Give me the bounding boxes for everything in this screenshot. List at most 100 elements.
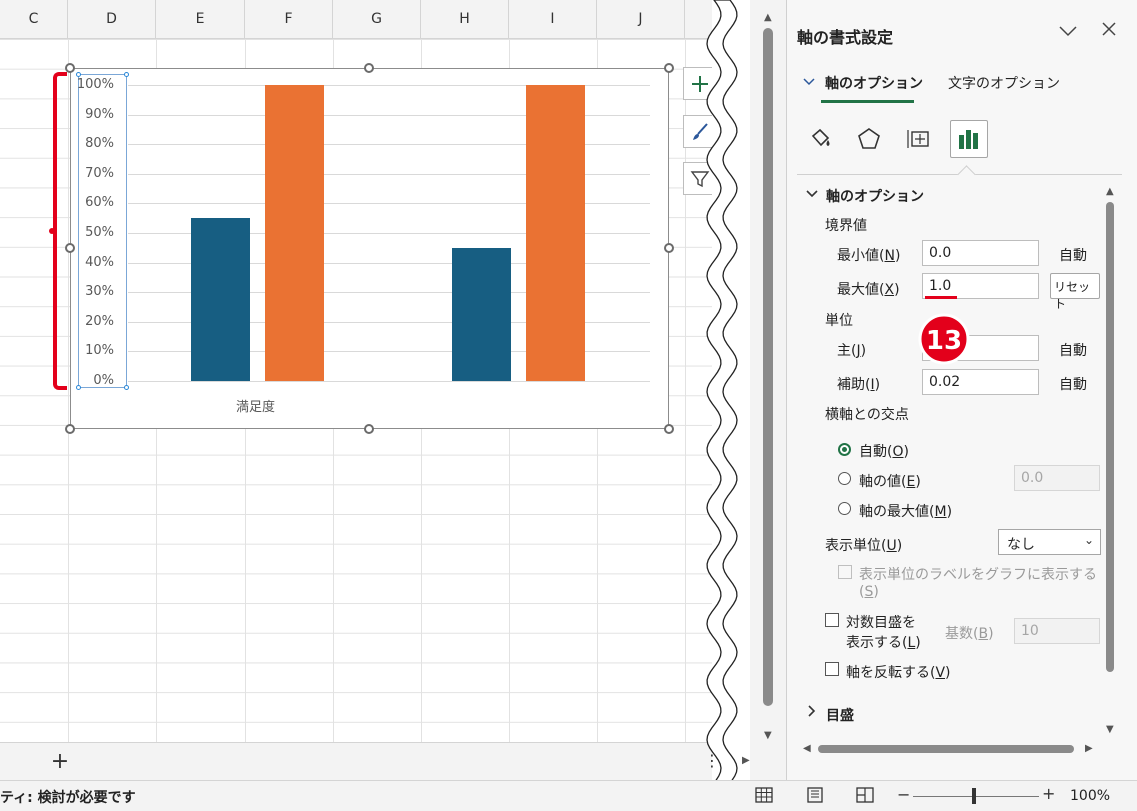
- axis-tick-label: 20%: [85, 314, 114, 329]
- chevron-right-icon[interactable]: [808, 705, 816, 720]
- show-units-label-key: (S): [859, 584, 879, 600]
- chevron-down-icon[interactable]: [806, 187, 818, 201]
- show-units-label-checkbox[interactable]: [838, 565, 852, 579]
- scroll-down-icon[interactable]: ▼: [1106, 724, 1114, 735]
- page-layout-view-icon[interactable]: [804, 785, 826, 805]
- bounds-label: 境界値: [825, 218, 867, 234]
- min-label: 最小値(N): [837, 248, 901, 264]
- chart-resize-handle[interactable]: [664, 424, 674, 434]
- min-status: 自動: [1059, 248, 1087, 264]
- scroll-left-icon[interactable]: ◀: [803, 743, 811, 754]
- bar-series2-group2[interactable]: [526, 85, 585, 381]
- axis-tick-label: 80%: [85, 136, 114, 151]
- display-units-select[interactable]: なし ⌄: [998, 529, 1101, 555]
- section-axis-options[interactable]: 軸のオプション: [826, 186, 924, 206]
- scroll-right-icon[interactable]: ▶: [742, 755, 750, 766]
- bar-series2-group1[interactable]: [265, 85, 324, 381]
- column-header-j[interactable]: J: [597, 0, 685, 38]
- zoom-in-button[interactable]: +: [1042, 784, 1055, 803]
- cross-auto-radio[interactable]: [838, 443, 851, 456]
- close-icon[interactable]: [1101, 21, 1117, 42]
- zoom-out-button[interactable]: −: [897, 785, 910, 804]
- zoom-level[interactable]: 100%: [1070, 788, 1110, 804]
- pane-hscroll-thumb[interactable]: [818, 745, 1074, 753]
- accessibility-status[interactable]: ティ: 検討が必要です: [0, 787, 136, 807]
- column-header-h[interactable]: H: [421, 0, 509, 38]
- cross-value-field[interactable]: [1014, 465, 1100, 491]
- min-field[interactable]: [922, 240, 1039, 266]
- normal-view-icon[interactable]: [753, 785, 775, 805]
- cross-value-label[interactable]: 軸の値(E): [859, 471, 921, 491]
- scroll-up-icon[interactable]: ▲: [764, 12, 772, 23]
- axis-handle[interactable]: [124, 385, 129, 390]
- annotation-bracket: [53, 72, 67, 390]
- chart-resize-handle[interactable]: [364, 63, 374, 73]
- add-sheet-button[interactable]: +: [50, 749, 70, 774]
- active-icon-pointer: [957, 165, 976, 184]
- log-scale-label-line1: 対数目盛を: [846, 615, 916, 631]
- scroll-right-icon[interactable]: ▶: [1085, 743, 1093, 754]
- column-header-f[interactable]: F: [245, 0, 333, 38]
- chart-resize-handle[interactable]: [664, 243, 674, 253]
- annotation-dot: [49, 228, 55, 234]
- axis-options-icon[interactable]: [950, 120, 988, 158]
- chevron-down-icon[interactable]: [1059, 22, 1077, 41]
- axis-tick-label: 0%: [93, 373, 114, 388]
- wavy-divider: [706, 0, 738, 809]
- scroll-up-icon[interactable]: ▲: [1106, 186, 1114, 197]
- chevron-down-icon: [803, 75, 815, 89]
- reset-button[interactable]: リセット: [1050, 273, 1100, 311]
- column-header-c[interactable]: C: [0, 0, 68, 38]
- chart-resize-handle[interactable]: [664, 63, 674, 73]
- annotation-underline: [925, 296, 957, 299]
- chevron-down-icon: ⌄: [1083, 533, 1094, 547]
- scroll-down-icon[interactable]: ▼: [764, 730, 772, 741]
- cross-value-radio[interactable]: [838, 472, 851, 485]
- log-base-field[interactable]: [1014, 618, 1100, 644]
- log-base-label: 基数(B): [945, 626, 994, 642]
- cross-auto-label[interactable]: 自動(O): [859, 441, 909, 461]
- pane-title: 軸の書式設定: [797, 28, 894, 47]
- major-label: 主(J): [837, 343, 867, 359]
- column-header-g[interactable]: G: [333, 0, 421, 38]
- fill-line-icon[interactable]: [801, 120, 839, 158]
- chart-resize-handle[interactable]: [65, 424, 75, 434]
- column-header-d[interactable]: D: [68, 0, 156, 38]
- chart-resize-handle[interactable]: [364, 424, 374, 434]
- reverse-axis-label: 軸を反転する(V): [846, 665, 951, 681]
- reverse-axis-checkbox[interactable]: [825, 662, 839, 676]
- step-badge: 13: [918, 313, 970, 365]
- bar-series1-group2[interactable]: [452, 248, 511, 381]
- minor-field[interactable]: [922, 369, 1039, 395]
- bar-series1-group1[interactable]: [191, 218, 250, 381]
- tab-text-options[interactable]: 文字のオプション: [948, 73, 1060, 93]
- effects-icon[interactable]: [850, 120, 888, 158]
- status-bar: ティ: 検討が必要です − + 100%: [0, 780, 1137, 811]
- cross-max-label[interactable]: 軸の最大値(M): [859, 501, 952, 521]
- axis-tick-label: 50%: [85, 225, 114, 240]
- page-break-view-icon[interactable]: [854, 785, 876, 805]
- column-header-e[interactable]: E: [156, 0, 245, 38]
- tab-axis-options[interactable]: 軸のオプション: [825, 73, 923, 93]
- size-properties-icon[interactable]: [900, 120, 938, 158]
- step-number: 13: [926, 326, 962, 356]
- cross-max-radio[interactable]: [838, 502, 851, 515]
- worksheet[interactable]: C D E F G H I J 満足度 100% 90% 80% 70% 60% 50% 4…: [0, 0, 712, 742]
- axis-tick-label: 70%: [85, 166, 114, 181]
- sheet-scroll-thumb[interactable]: [763, 28, 773, 706]
- units-label: 単位: [825, 313, 853, 329]
- section-tick-marks[interactable]: 目盛: [826, 705, 854, 725]
- major-status: 自動: [1059, 343, 1087, 359]
- grid-line: [68, 39, 69, 742]
- pane-scroll-thumb[interactable]: [1106, 202, 1114, 672]
- zoom-slider-thumb[interactable]: [972, 788, 976, 804]
- axis-handle[interactable]: [124, 72, 129, 77]
- log-scale-checkbox[interactable]: [825, 613, 839, 627]
- column-header-i[interactable]: I: [509, 0, 597, 38]
- gridline: [128, 381, 650, 382]
- max-label: 最大値(X): [837, 282, 900, 298]
- zoom-slider[interactable]: [913, 796, 1039, 797]
- active-tab-indicator: [821, 100, 914, 103]
- column-header-row: C D E F G H I J: [0, 0, 712, 39]
- display-units-label: 表示単位(U): [825, 538, 903, 554]
